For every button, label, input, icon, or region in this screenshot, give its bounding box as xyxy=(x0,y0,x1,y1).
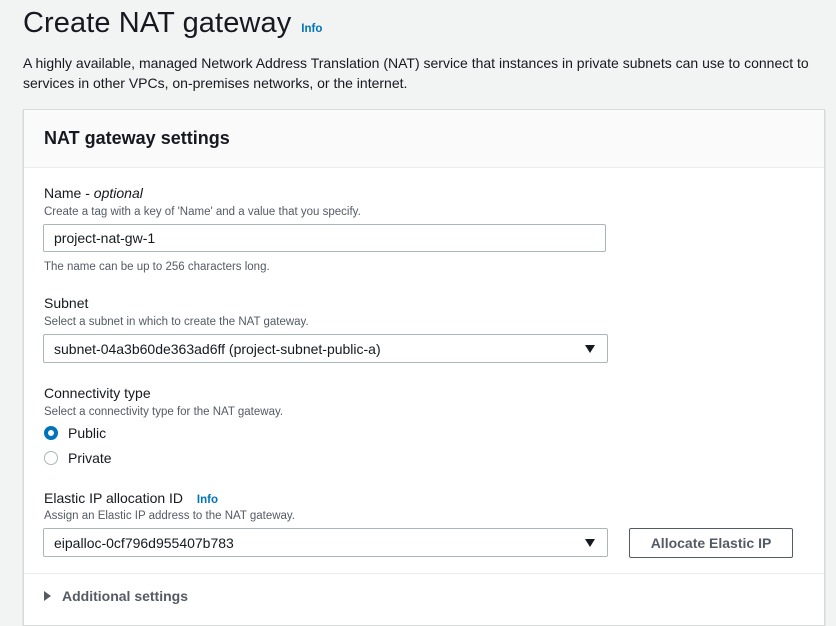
connectivity-type-label: Connectivity type xyxy=(44,385,151,401)
name-field-label: Name - optional xyxy=(44,185,143,201)
elastic-ip-info-link[interactable]: Info xyxy=(197,494,218,506)
radio-unchecked-icon[interactable] xyxy=(44,451,58,465)
radio-label-public: Public xyxy=(68,425,107,441)
additional-settings-label: Additional settings xyxy=(62,588,188,604)
name-field-description: Create a tag with a key of 'Name' and a … xyxy=(44,206,361,218)
page-description: A highly available, managed Network Addr… xyxy=(23,55,809,91)
create-nat-gateway-page: Create NAT gateway Info A highly availab… xyxy=(0,0,836,626)
elastic-ip-description: Assign an Elastic IP address to the NAT … xyxy=(44,510,296,522)
subnet-select-value: subnet-04a3b60de363ad6ff (project-subnet… xyxy=(54,340,381,357)
elastic-ip-label: Elastic IP allocation ID xyxy=(44,490,184,506)
additional-settings-expander[interactable]: Additional settings xyxy=(44,588,188,604)
nat-gateway-settings-panel: NAT gateway settings Name - optional Cre… xyxy=(23,109,825,626)
elastic-ip-select-value: eipalloc-0cf796d955407b783 xyxy=(54,534,234,551)
panel-title: NAT gateway settings xyxy=(44,128,230,148)
connectivity-type-description: Select a connectivity type for the NAT g… xyxy=(44,406,284,418)
name-constraint-text: The name can be up to 256 characters lon… xyxy=(44,261,270,273)
subnet-field-label: Subnet xyxy=(44,295,89,311)
elastic-ip-select[interactable]: eipalloc-0cf796d955407b783 xyxy=(43,528,608,557)
allocate-elastic-ip-button[interactable]: Allocate Elastic IP xyxy=(629,528,793,558)
panel-header: NAT gateway settings xyxy=(24,110,824,168)
page-header: Create NAT gateway Info xyxy=(23,4,322,42)
caret-down-icon xyxy=(585,539,595,547)
name-input[interactable] xyxy=(43,224,606,252)
radio-checked-icon[interactable] xyxy=(44,426,58,440)
elastic-ip-label-row: Elastic IP allocation ID Info xyxy=(44,490,218,506)
name-label-text: Name - xyxy=(44,185,94,201)
section-divider xyxy=(24,573,824,574)
header-info-link[interactable]: Info xyxy=(301,23,322,35)
subnet-field-description: Select a subnet in which to create the N… xyxy=(44,316,309,328)
radio-label-private: Private xyxy=(68,450,112,466)
caret-right-icon xyxy=(44,591,51,601)
page-title: Create NAT gateway xyxy=(23,7,292,39)
caret-down-icon xyxy=(585,345,595,353)
radio-option-public[interactable]: Public xyxy=(44,425,106,441)
radio-option-private[interactable]: Private xyxy=(44,450,112,466)
subnet-select[interactable]: subnet-04a3b60de363ad6ff (project-subnet… xyxy=(43,334,608,363)
name-label-optional: optional xyxy=(93,185,143,201)
